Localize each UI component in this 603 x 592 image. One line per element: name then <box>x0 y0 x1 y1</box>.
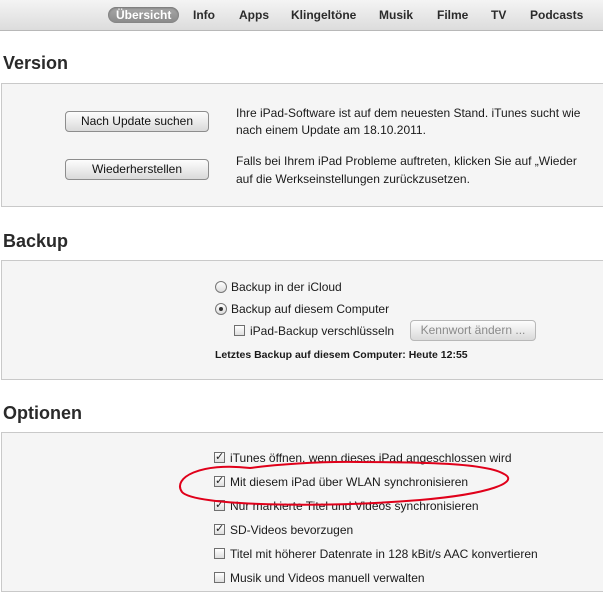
backup-heading: Backup <box>3 231 69 251</box>
radio-icloud[interactable] <box>215 281 227 293</box>
manual-manage-label: Musik und Videos manuell verwalten <box>230 571 425 585</box>
open-itunes-label: iTunes öffnen, wenn dieses iPad angeschl… <box>230 451 512 465</box>
tab-podcasts[interactable]: Podcasts <box>530 7 583 23</box>
encrypt-backup-label: iPad-Backup verschlüsseln <box>250 324 395 338</box>
update-status-text-2: nach einem Update am 18.10.2011. <box>236 123 426 137</box>
restore-button[interactable]: Wiederherstellen <box>65 159 209 180</box>
wifi-sync-checkbox[interactable]: ✓ <box>214 476 225 487</box>
tab-tv[interactable]: TV <box>491 7 506 23</box>
version-heading: Version <box>3 53 69 73</box>
tab-bar: Übersicht Info Apps Klingeltöne Musik Fi… <box>0 0 603 31</box>
tab-apps[interactable]: Apps <box>239 7 269 23</box>
convert-aac-checkbox[interactable] <box>214 548 225 559</box>
check-update-button[interactable]: Nach Update suchen <box>65 111 209 132</box>
restore-info-text-2: auf die Werkseinstellungen zurückzusetze… <box>236 172 470 186</box>
change-password-button[interactable]: Kennwort ändern ... <box>410 320 536 341</box>
version-panel <box>1 83 603 207</box>
sd-video-label: SD-Videos bevorzugen <box>230 523 354 537</box>
tab-ringtones[interactable]: Klingeltöne <box>291 7 356 23</box>
encrypt-backup-checkbox[interactable] <box>234 325 245 336</box>
convert-aac-label: Titel mit höherer Datenrate in 128 kBit/… <box>230 547 538 561</box>
tab-overview[interactable]: Übersicht <box>108 7 180 23</box>
update-status-text-1: Ihre iPad-Software ist auf dem neuesten … <box>236 106 581 120</box>
tab-movies[interactable]: Filme <box>437 7 468 23</box>
tab-info[interactable]: Info <box>193 7 215 23</box>
radio-computer-label: Backup auf diesem Computer <box>231 302 390 316</box>
tab-music[interactable]: Musik <box>379 7 413 23</box>
options-heading: Optionen <box>3 403 82 423</box>
checked-only-checkbox[interactable]: ✓ <box>214 500 225 511</box>
radio-icloud-label: Backup in der iCloud <box>231 280 342 294</box>
last-backup-text: Letztes Backup auf diesem Computer: Heut… <box>215 349 468 361</box>
restore-info-text-1: Falls bei Ihrem iPad Probleme auftreten,… <box>236 154 577 168</box>
radio-computer[interactable] <box>215 303 227 315</box>
open-itunes-checkbox[interactable]: ✓ <box>214 452 225 463</box>
wifi-sync-label: Mit diesem iPad über WLAN synchronisiere… <box>230 475 469 489</box>
sd-video-checkbox[interactable]: ✓ <box>214 524 225 535</box>
checked-only-label: Nur markierte Titel und Videos synchroni… <box>230 499 479 513</box>
